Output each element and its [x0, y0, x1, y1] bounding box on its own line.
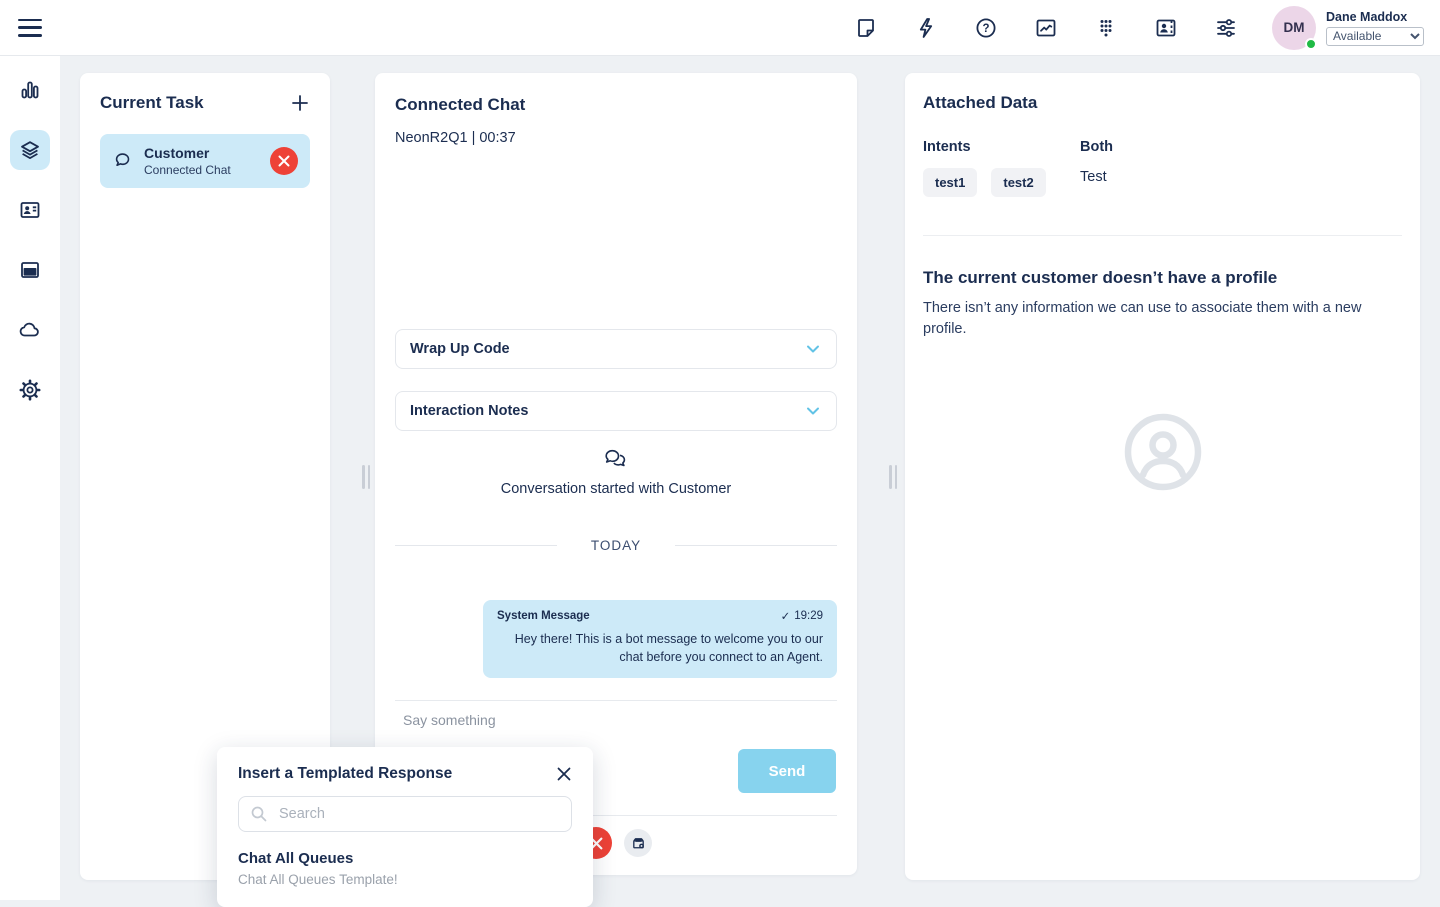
message-time: 19:29: [794, 610, 823, 622]
attached-data-panel: Attached Data Intents test1 test2 Both T…: [905, 73, 1420, 880]
user-block: DM Dane Maddox Available: [1272, 6, 1424, 50]
send-button[interactable]: Send: [738, 749, 836, 793]
presence-dot: [1305, 38, 1317, 50]
template-list-item[interactable]: Chat All Queues Chat All Queues Template…: [238, 850, 572, 887]
add-task-button[interactable]: [290, 93, 310, 113]
cloud-icon: [18, 318, 42, 342]
rail-item-settings[interactable]: [10, 370, 50, 410]
note-icon[interactable]: [854, 16, 878, 40]
svg-text:?: ?: [982, 23, 989, 35]
status-select[interactable]: Available: [1326, 27, 1424, 46]
contacts-card-icon: [18, 198, 42, 222]
plus-icon: [290, 93, 310, 113]
intent-chip: test1: [923, 168, 977, 197]
chat-session-info: NeonR2Q1 | 00:37: [395, 130, 516, 146]
rail-item-apps[interactable]: [10, 250, 50, 290]
avatar[interactable]: DM: [1272, 6, 1316, 50]
task-item-customer[interactable]: Customer Connected Chat: [100, 134, 310, 188]
popup-title: Insert a Templated Response: [238, 765, 452, 783]
intent-chip: test2: [991, 168, 1045, 197]
conversation-bubbles-icon: [602, 448, 630, 472]
panel-resize-handle-left[interactable]: [362, 465, 372, 489]
no-profile-heading: The current customer doesn’t have a prof…: [923, 268, 1402, 288]
response-library-icon: [631, 836, 646, 851]
dialpad-icon[interactable]: [1094, 16, 1118, 40]
intents-label: Intents: [923, 139, 1080, 155]
both-label: Both: [1080, 139, 1402, 155]
day-divider-label: TODAY: [591, 538, 641, 553]
chevron-down-icon: [804, 402, 822, 420]
system-message-bubble: System Message ✓ 19:29 Hey there! This i…: [483, 600, 837, 678]
close-icon: [278, 155, 290, 167]
conversation-start-text: Conversation started with Customer: [501, 481, 732, 497]
rail-item-interactions[interactable]: [10, 130, 50, 170]
chevron-down-icon: [804, 340, 822, 358]
interaction-notes-dropdown[interactable]: Interaction Notes: [395, 391, 837, 431]
directory-card-icon[interactable]: [1154, 16, 1178, 40]
attached-data-divider: [923, 235, 1402, 236]
interaction-notes-label: Interaction Notes: [410, 403, 528, 419]
wrap-up-code-dropdown[interactable]: Wrap Up Code: [395, 329, 837, 369]
settings-gear-icon: [18, 378, 42, 402]
preferences-sliders-icon[interactable]: [1214, 16, 1238, 40]
no-profile-text: There isn’t any information we can use t…: [923, 298, 1393, 340]
task-type: Connected Chat: [144, 163, 270, 177]
current-task-title: Current Task: [100, 93, 204, 113]
help-icon[interactable]: ?: [974, 16, 998, 40]
composer-divider: [395, 700, 837, 701]
activity-bars-icon: [18, 78, 42, 102]
apps-window-icon: [18, 258, 42, 282]
message-meta: ✓ 19:29: [781, 609, 823, 623]
day-divider: TODAY: [395, 538, 837, 553]
message-sender: System Message: [497, 610, 590, 622]
template-name: Chat All Queues: [238, 850, 572, 867]
end-task-button[interactable]: [270, 147, 298, 175]
conversation-start-indicator: Conversation started with Customer: [375, 448, 857, 497]
close-icon[interactable]: [556, 766, 572, 782]
message-text: Hey there! This is a bot message to welc…: [497, 631, 823, 667]
top-bar: ? DM Dane Maddox Available: [0, 0, 1440, 56]
delivered-check-icon: ✓: [781, 609, 791, 623]
chat-bubble-icon: [112, 150, 134, 172]
interactions-layers-icon: [18, 138, 42, 162]
left-rail: [0, 56, 60, 900]
template-description: Chat All Queues Template!: [238, 872, 572, 887]
wrap-up-code-label: Wrap Up Code: [410, 341, 510, 357]
lightning-icon[interactable]: [914, 16, 938, 40]
hamburger-menu-icon[interactable]: [18, 19, 42, 37]
topbar-icon-group: ?: [854, 16, 1238, 40]
message-input[interactable]: [403, 707, 823, 733]
rail-item-contacts[interactable]: [10, 190, 50, 230]
templated-response-popup: Insert a Templated Response Chat All Que…: [217, 747, 593, 907]
search-icon: [250, 805, 268, 823]
profile-placeholder-icon: [1123, 412, 1203, 492]
template-search-input[interactable]: [238, 796, 572, 832]
panel-resize-handle-right[interactable]: [889, 465, 899, 489]
task-name: Customer: [144, 145, 270, 161]
templated-response-button[interactable]: [624, 829, 652, 857]
rail-item-activity[interactable]: [10, 70, 50, 110]
avatar-initials: DM: [1284, 20, 1305, 35]
user-name: Dane Maddox: [1326, 10, 1424, 24]
both-value: Test: [1080, 169, 1402, 185]
chat-title: Connected Chat: [395, 95, 525, 115]
attached-data-title: Attached Data: [923, 93, 1402, 113]
rail-item-cloud[interactable]: [10, 310, 50, 350]
performance-chart-icon[interactable]: [1034, 16, 1058, 40]
